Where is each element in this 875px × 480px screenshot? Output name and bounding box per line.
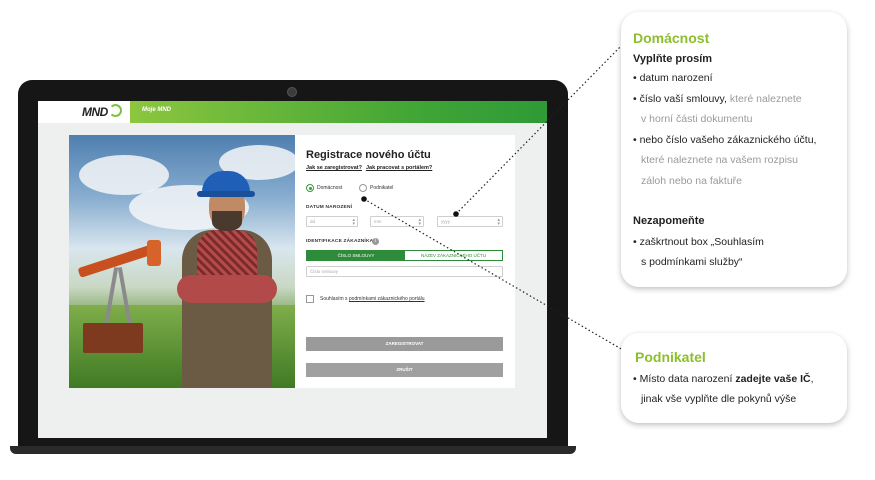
month-select[interactable]: mm ▴ ▾ <box>370 216 424 227</box>
bullet-account-note: které naleznete na vašem rozpisu <box>641 154 799 166</box>
contract-placeholder: Číslo smlouvy <box>310 269 339 274</box>
laptop-screen: MND Moje MND Registrace nového účtu Jak … <box>38 101 547 438</box>
radio-podnikatel[interactable] <box>359 184 367 192</box>
bullet-contract-note: které naleznete <box>729 93 802 105</box>
tab-contract-number[interactable]: ČÍSLO SMLOUVY <box>307 251 405 260</box>
bullet-consent-text: zaškrtnout box „Souhlasím <box>639 236 764 248</box>
bullet-contract: • číslo vaší smlouvy, které naleznete <box>633 93 802 105</box>
register-button[interactable]: ZAREGISTROVAT <box>306 337 503 351</box>
bullet-account-main: nebo číslo vašeho zákaznického účtu, <box>639 134 817 146</box>
hero-photo <box>69 135 295 388</box>
stepper-icon: ▴ ▾ <box>418 217 421 227</box>
contract-number-input[interactable]: Číslo smlouvy <box>306 266 503 277</box>
business-line-1: • Místo data narození zadejte vaše IČ, <box>633 373 814 385</box>
radio-podnikatel-label: Podnikatel <box>370 185 394 191</box>
consent-prefix: Souhlasím s <box>320 296 348 302</box>
laptop-base <box>10 446 576 454</box>
bullet-account-note-2: záloh nebo na faktuře <box>641 175 742 187</box>
cancel-button[interactable]: ZRUŠIT <box>306 363 503 377</box>
business-line-1-comma: , <box>810 373 814 385</box>
logo-text: MND <box>82 105 108 119</box>
bullet-contract-note-2: v horní části dokumentu <box>641 113 753 125</box>
mnd-logo[interactable]: MND <box>82 104 122 119</box>
stepper-icon: ▴ ▾ <box>352 217 355 227</box>
day-placeholder: dd <box>310 219 316 224</box>
bullet-birthdate-text: datum narození <box>639 72 713 84</box>
bullet-birthdate: • datum narození <box>633 72 713 84</box>
bullet-consent-text-2: s podmínkami služby“ <box>641 256 743 268</box>
business-line-2: jinak vše vyplňte dle pokynů výše <box>641 393 797 405</box>
callout-business: Podnikatel • Místo data narození zadejte… <box>621 333 847 423</box>
callout-household-subtitle2: Nezapomeňte <box>633 215 705 227</box>
how-portal-link[interactable]: Jak pracovat s portálem? <box>366 165 432 171</box>
birthdate-label: DATUM NAROZENÍ <box>306 205 353 210</box>
nav-title[interactable]: Moje MND <box>142 107 171 113</box>
help-links: Jak se zaregistrovat? Jak pracovat s port… <box>306 165 436 171</box>
callout-household-subtitle: Vyplňte prosím <box>633 53 713 65</box>
year-placeholder: yyyy <box>441 219 450 224</box>
callout-household-title: Domácnost <box>633 30 710 46</box>
bullet-consent: • zaškrtnout box „Souhlasím <box>633 236 764 248</box>
camera-icon <box>287 87 297 97</box>
identification-label: IDENTIFIKACE ZÁKAZNÍKA <box>306 239 374 244</box>
month-placeholder: mm <box>374 219 382 224</box>
day-select[interactable]: dd ▴ ▾ <box>306 216 358 227</box>
how-register-link[interactable]: Jak se zaregistrovat? <box>306 165 362 171</box>
business-line-1-bold: zadejte vaše IČ <box>735 373 811 385</box>
tab-account-name[interactable]: NÁZEV ZÁKAZNICKÉHO ÚČTU <box>405 251 502 260</box>
logo-mark-icon <box>108 104 122 117</box>
radio-domacnost-label: Domácnost <box>317 185 343 191</box>
bullet-contract-main: číslo vaší smlouvy, <box>639 93 727 105</box>
consent-text: Souhlasím s podmínkami zákaznického port… <box>320 296 425 302</box>
callout-household: Domácnost Vyplňte prosím • datum narozen… <box>621 12 847 287</box>
radio-domacnost[interactable] <box>306 184 314 192</box>
registration-card: Registrace nového účtu Jak se zaregistro… <box>295 135 515 388</box>
nav-bar: Moje MND <box>130 101 547 123</box>
year-select[interactable]: yyyy ▴ ▾ <box>437 216 503 227</box>
consent-checkbox[interactable] <box>306 295 314 303</box>
consent-terms-link[interactable]: podmínkami zákaznického portálu <box>349 296 425 302</box>
bullet-account: • nebo číslo vašeho zákaznického účtu, <box>633 134 817 146</box>
info-icon[interactable]: i <box>372 238 379 245</box>
callout-business-title: Podnikatel <box>635 349 706 365</box>
business-line-1-text: Místo data narození <box>639 373 733 385</box>
form-title: Registrace nového účtu <box>306 149 431 161</box>
stepper-icon: ▴ ▾ <box>497 217 500 227</box>
id-type-toggle: ČÍSLO SMLOUVY NÁZEV ZÁKAZNICKÉHO ÚČTU <box>306 250 503 261</box>
